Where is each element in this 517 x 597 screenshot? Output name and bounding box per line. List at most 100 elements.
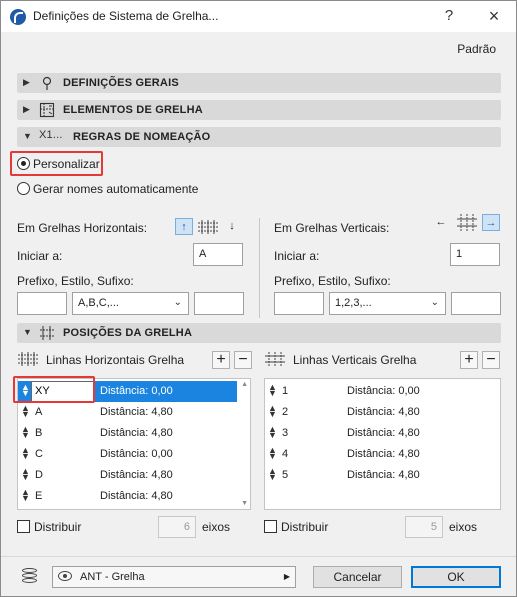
remove-vertical-line-button[interactable]: − [482,351,500,369]
vertical-prefix-input[interactable] [274,292,324,315]
section-naming-rules[interactable]: ▼ X1... REGRAS DE NOMEAÇÃO [17,127,501,147]
list-item[interactable]: ▲ ▼ D Distância: 4,80 [18,465,250,486]
list-item[interactable]: ▲ ▼ B Distância: 4,80 [18,423,250,444]
add-horizontal-line-button[interactable]: + [212,351,230,369]
row-name: 2 [282,406,289,418]
list-item[interactable]: ▲ ▼ 4 Distância: 4,80 [265,444,500,465]
vertical-axes-count-input[interactable]: 5 [405,516,443,538]
row-name: 3 [282,427,289,439]
auto-names-radio-label: Gerar nomes automaticamente [33,182,199,196]
horizontal-prefix-label: Prefixo, Estilo, Sufixo: [17,274,134,288]
drag-handle-icon[interactable]: ▲ ▼ [21,446,30,461]
horizontal-distribute-checkbox[interactable] [17,520,30,533]
triangle-right-icon: ▶ [283,572,290,581]
row-name: 4 [282,448,289,460]
help-button[interactable]: ? [438,6,460,26]
add-vertical-line-button[interactable]: + [460,351,478,369]
row-distance[interactable]: Distância: 4,80 [347,469,420,481]
row-distance[interactable]: Distância: 4,80 [100,427,173,439]
vertical-lines-title: Linhas Verticais Grelha [293,353,417,367]
drag-handle-icon[interactable]: ▲ ▼ [21,467,30,482]
ok-button[interactable]: OK [411,566,501,588]
radio-selected-icon [17,157,30,170]
row-name: B [35,427,43,439]
horizontal-axes-count-input[interactable]: 6 [158,516,196,538]
horizontal-prefix-input[interactable] [17,292,67,315]
list-item[interactable]: ▲ ▼ E Distância: 4,80 [18,486,250,507]
list-item[interactable]: ▲ ▼ 1 Distância: 0,00 [265,381,500,402]
drag-handle-icon[interactable]: ▲ ▼ [21,404,30,419]
horizontal-style-select[interactable]: A,B,C,... ⌄ [72,292,189,315]
row-distance[interactable]: Distância: 4,80 [347,427,420,439]
horizontal-lines-icon [17,351,39,367]
horizontal-grids-title: Em Grelhas Horizontais: [17,221,148,235]
grid-system-dialog: Definições de Sistema de Grelha... ? × P… [0,0,517,597]
vertical-suffix-input[interactable] [451,292,501,315]
drag-handle-icon[interactable]: ▲ ▼ [268,425,277,440]
list-item[interactable]: ▲ ▼ 5 Distância: 4,80 [265,465,500,486]
section-grid-elements[interactable]: ▶ ELEMENTOS DE GRELHA [17,100,501,120]
horizontal-grid-glyph-icon [197,219,219,235]
direction-left-button[interactable]: ← [432,214,450,231]
title-bar: Definições de Sistema de Grelha... ? × [1,1,516,32]
section-general-settings-label: DEFINIÇÕES GERAIS [63,77,179,89]
row-distance[interactable]: Distância: 4,80 [347,406,420,418]
drag-handle-icon[interactable]: ▲ ▼ [268,467,277,482]
vertical-grid-glyph-icon [456,213,478,232]
horizontal-axes-label: eixos [202,520,231,534]
vertical-prefix-label: Prefixo, Estilo, Sufixo: [274,274,391,288]
preset-label[interactable]: Padrão [457,42,496,56]
row-distance[interactable]: Distância: 0,00 [100,448,173,460]
drag-handle-icon[interactable]: ▲ ▼ [268,383,277,398]
vertical-grids-title: Em Grelhas Verticais: [274,221,390,235]
row-distance[interactable]: Distância: 4,80 [100,490,173,502]
section-grid-positions-label: POSIÇÕES DA GRELHA [63,327,193,339]
expand-arrow-icon: ▶ [23,104,31,114]
column-divider [259,218,260,318]
name-edit-highlight [13,376,95,403]
drag-handle-icon[interactable]: ▲ ▼ [21,488,30,503]
direction-down-button[interactable]: ↓ [223,218,241,235]
layers-icon [21,568,39,584]
footer-divider [1,556,516,557]
row-distance[interactable]: Distância: 4,80 [100,469,173,481]
remove-horizontal-line-button[interactable]: − [234,351,252,369]
horizontal-suffix-input[interactable] [194,292,244,315]
direction-up-button[interactable]: ↑ [175,218,193,235]
list-item[interactable]: ▲ ▼ 3 Distância: 4,80 [265,423,500,444]
collapse-arrow-icon: ▼ [23,131,33,141]
drag-handle-icon[interactable]: ▲ ▼ [268,446,277,461]
horizontal-start-input[interactable]: A [193,243,243,266]
close-button[interactable]: × [483,6,505,26]
row-name: E [35,490,43,502]
grid-elements-icon [39,102,55,118]
row-distance[interactable]: Distância: 0,00 [100,385,173,397]
vertical-start-input[interactable]: 1 [450,243,500,266]
chevron-down-icon: ⌄ [173,297,182,308]
row-distance[interactable]: Distância: 4,80 [100,406,173,418]
row-distance[interactable]: Distância: 4,80 [347,448,420,460]
drag-handle-icon[interactable]: ▲ ▼ [21,425,30,440]
vertical-start-label: Iniciar a: [274,249,320,263]
app-logo-icon [10,9,26,25]
vertical-style-select[interactable]: 1,2,3,... ⌄ [329,292,446,315]
vertical-distribute-label: Distribuir [281,520,329,534]
layer-dropdown[interactable]: ANT - Grelha ▶ [52,566,296,588]
section-general-settings[interactable]: ▶ DEFINIÇÕES GERAIS [17,73,501,93]
horizontal-start-label: Iniciar a: [17,249,63,263]
expand-arrow-icon: ▶ [23,77,31,87]
scroll-up-arrow-icon[interactable]: ▲ [241,381,248,388]
vertical-lines-list[interactable]: ▲ ▼ 1 Distância: 0,00 ▲ ▼ 2 Distância: 4,8… [264,378,501,510]
list-item[interactable]: ▲ ▼ C Distância: 0,00 [18,444,250,465]
direction-right-button[interactable]: → [482,214,500,231]
vertical-style-value: 1,2,3,... [335,297,372,309]
cancel-button[interactable]: Cancelar [313,566,402,588]
list-item[interactable]: ▲ ▼ 2 Distância: 4,80 [265,402,500,423]
list-item[interactable]: ▲ ▼ A Distância: 4,80 [18,402,250,423]
row-distance[interactable]: Distância: 0,00 [347,385,420,397]
scroll-down-arrow-icon[interactable]: ▼ [241,500,248,507]
vertical-distribute-checkbox[interactable] [264,520,277,533]
section-grid-positions[interactable]: ▼ POSIÇÕES DA GRELHA [17,323,501,343]
vertical-lines-icon [264,351,286,367]
drag-handle-icon[interactable]: ▲ ▼ [268,404,277,419]
